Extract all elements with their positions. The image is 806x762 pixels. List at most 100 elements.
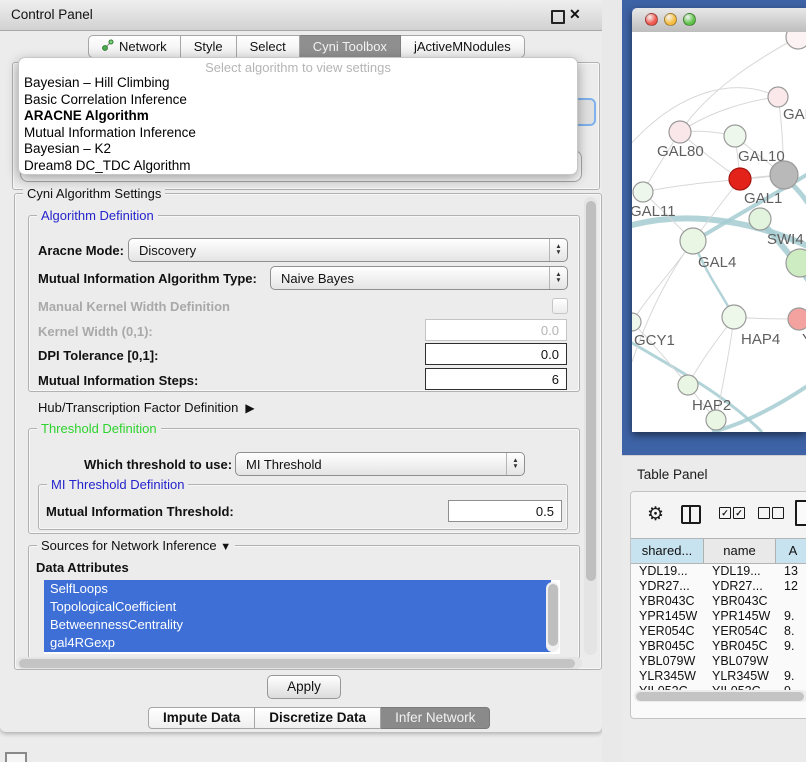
close-icon[interactable]: ✕	[569, 6, 581, 23]
table-cell[interactable]: YPR145W	[631, 609, 704, 624]
network-node[interactable]	[770, 161, 798, 189]
column-header-shared[interactable]: shared...	[631, 539, 704, 563]
network-node-swi4[interactable]	[749, 208, 771, 230]
table-row[interactable]: YER054CYER054C8.	[631, 624, 806, 639]
select-all-icon[interactable]: ✓	[733, 507, 745, 519]
document-icon[interactable]	[795, 500, 806, 526]
combo-stepper-icon[interactable]: ▲▼	[549, 267, 567, 289]
settings-vertical-scrollbar[interactable]	[584, 197, 597, 655]
network-node-gal10[interactable]	[724, 125, 746, 147]
combo-stepper-icon[interactable]: ▲▼	[549, 239, 567, 261]
attribute-item-topologicalcoefficient[interactable]: TopologicalCoefficient	[44, 598, 551, 616]
table-row[interactable]: YDR27...YDR27...12	[631, 579, 806, 594]
network-node-hap4[interactable]	[722, 305, 746, 329]
bottom-tab-discretize-data[interactable]: Discretize Data	[255, 707, 381, 729]
tab-jactivemnodules[interactable]: jActiveMNodules	[401, 35, 525, 58]
table-row[interactable]: YBR043CYBR043C	[631, 594, 806, 609]
algorithm-option-mutual-information-inference[interactable]: Mutual Information Inference	[19, 125, 577, 142]
bottom-tab-infer-network[interactable]: Infer Network	[381, 707, 490, 729]
table-cell[interactable]: YBR043C	[704, 594, 776, 609]
attributes-list-scrollbar[interactable]	[546, 582, 559, 652]
mi-steps-field[interactable]	[425, 368, 567, 390]
aracne-mode-combo[interactable]: Discovery ▲▼	[128, 238, 568, 262]
table-cell[interactable]: YBR043C	[631, 594, 704, 609]
table-cell[interactable]	[776, 654, 806, 669]
network-edge[interactable]	[632, 88, 778, 152]
tab-select[interactable]: Select	[237, 35, 300, 58]
bottom-tab-impute-data[interactable]: Impute Data	[148, 707, 255, 729]
network-node-gal[interactable]	[768, 87, 788, 107]
deselect-all-icon[interactable]	[772, 507, 784, 519]
mac-zoom-button[interactable]	[683, 13, 696, 26]
table-cell[interactable]: YER054C	[631, 624, 704, 639]
table-row[interactable]: YDL19...YDL19...13	[631, 564, 806, 579]
manual-kernel-width-checkbox[interactable]	[552, 298, 568, 314]
network-node-gal1[interactable]	[729, 168, 751, 190]
table-row[interactable]: YBR045CYBR045C9.	[631, 639, 806, 654]
table-cell[interactable]: 13	[776, 564, 806, 579]
column-header-name[interactable]: name	[704, 539, 776, 563]
algorithm-option-bayesian-k2[interactable]: Bayesian – K2	[19, 141, 577, 158]
table-row[interactable]: YPR145WYPR145W9.	[631, 609, 806, 624]
table-cell[interactable]: YDL19...	[631, 564, 704, 579]
minimized-panel-icon[interactable]	[5, 752, 27, 762]
table-cell[interactable]: 12	[776, 579, 806, 594]
gear-icon[interactable]: ⚙	[647, 503, 664, 526]
mac-minimize-button[interactable]	[664, 13, 677, 26]
network-node[interactable]	[706, 410, 726, 430]
table-cell[interactable]: 9.	[776, 669, 806, 684]
table-cell[interactable]: YDL19...	[704, 564, 776, 579]
table-cell[interactable]: 8.	[776, 624, 806, 639]
attribute-item-betweennesscentrality[interactable]: BetweennessCentrality	[44, 616, 551, 634]
dpi-tolerance-field[interactable]	[425, 343, 567, 365]
table-cell[interactable]: YDR27...	[704, 579, 776, 594]
hub-definition-label[interactable]: Hub/Transcription Factor Definition ▶	[38, 400, 255, 415]
table-horizontal-scrollbar[interactable]	[634, 690, 806, 702]
network-node-gal11[interactable]	[633, 182, 653, 202]
collapse-arrow-icon[interactable]: ▼	[220, 541, 231, 553]
settings-horizontal-scrollbar[interactable]	[16, 657, 582, 669]
tab-network[interactable]: Network	[88, 35, 181, 58]
table-cell[interactable]: YER054C	[704, 624, 776, 639]
mi-threshold-field[interactable]	[448, 500, 562, 522]
kernel-width-field[interactable]	[425, 319, 567, 341]
tab-style[interactable]: Style	[181, 35, 237, 58]
algorithm-option-aracne-algorithm[interactable]: ARACNE Algorithm	[19, 108, 577, 125]
attribute-item-selfloops[interactable]: SelfLoops	[44, 580, 551, 598]
table-cell[interactable]: YLR345W	[631, 669, 704, 684]
combo-stepper-icon[interactable]: ▲▼	[506, 453, 524, 475]
float-panel-icon[interactable]	[551, 10, 565, 24]
algorithm-option-bayesian-hill-climbing[interactable]: Bayesian – Hill Climbing	[19, 75, 577, 92]
network-node[interactable]	[786, 32, 806, 49]
table-cell[interactable]: YBL079W	[631, 654, 704, 669]
deselect-all-icon[interactable]	[758, 507, 770, 519]
network-node-gal4[interactable]	[680, 228, 706, 254]
table-cell[interactable]: YPR145W	[704, 609, 776, 624]
network-node-gcy1[interactable]	[632, 313, 641, 331]
table-cell[interactable]: YBL079W	[704, 654, 776, 669]
mac-close-button[interactable]	[645, 13, 658, 26]
table-row[interactable]: YBL079WYBL079W	[631, 654, 806, 669]
control-panel-titlebar[interactable]: Control Panel ✕	[0, 0, 602, 31]
table-cell[interactable]: YLR345W	[704, 669, 776, 684]
table-cell[interactable]: 9.	[776, 639, 806, 654]
attribute-item-gal4rgexp[interactable]: gal4RGexp	[44, 634, 551, 652]
network-canvas[interactable]: GALGAL80GAL10GAL1GAL11SWI4GAL4GCY1HAP4YH…	[632, 32, 806, 432]
mi-algorithm-type-combo[interactable]: Naive Bayes ▲▼	[270, 266, 568, 290]
table-cell[interactable]: YBR045C	[704, 639, 776, 654]
expand-arrow-icon[interactable]: ▶	[242, 401, 255, 415]
algorithm-option-basic-correlation-inference[interactable]: Basic Correlation Inference	[19, 92, 577, 109]
table-cell[interactable]: 9.	[776, 609, 806, 624]
network-node-y[interactable]	[788, 308, 806, 330]
columns-icon[interactable]	[681, 505, 701, 524]
network-window-titlebar[interactable]	[632, 8, 806, 33]
which-threshold-combo[interactable]: MI Threshold ▲▼	[235, 452, 525, 476]
table-cell[interactable]	[776, 594, 806, 609]
table-row[interactable]: YLR345WYLR345W9.	[631, 669, 806, 684]
network-node-hap2[interactable]	[678, 375, 698, 395]
select-all-icon[interactable]: ✓	[719, 507, 731, 519]
algorithm-option-dream8-dc-tdc-algorithm[interactable]: Dream8 DC_TDC Algorithm	[19, 158, 577, 175]
network-node-gal80[interactable]	[669, 121, 691, 143]
table-cell[interactable]: YBR045C	[631, 639, 704, 654]
column-header-a[interactable]: A	[776, 539, 806, 563]
